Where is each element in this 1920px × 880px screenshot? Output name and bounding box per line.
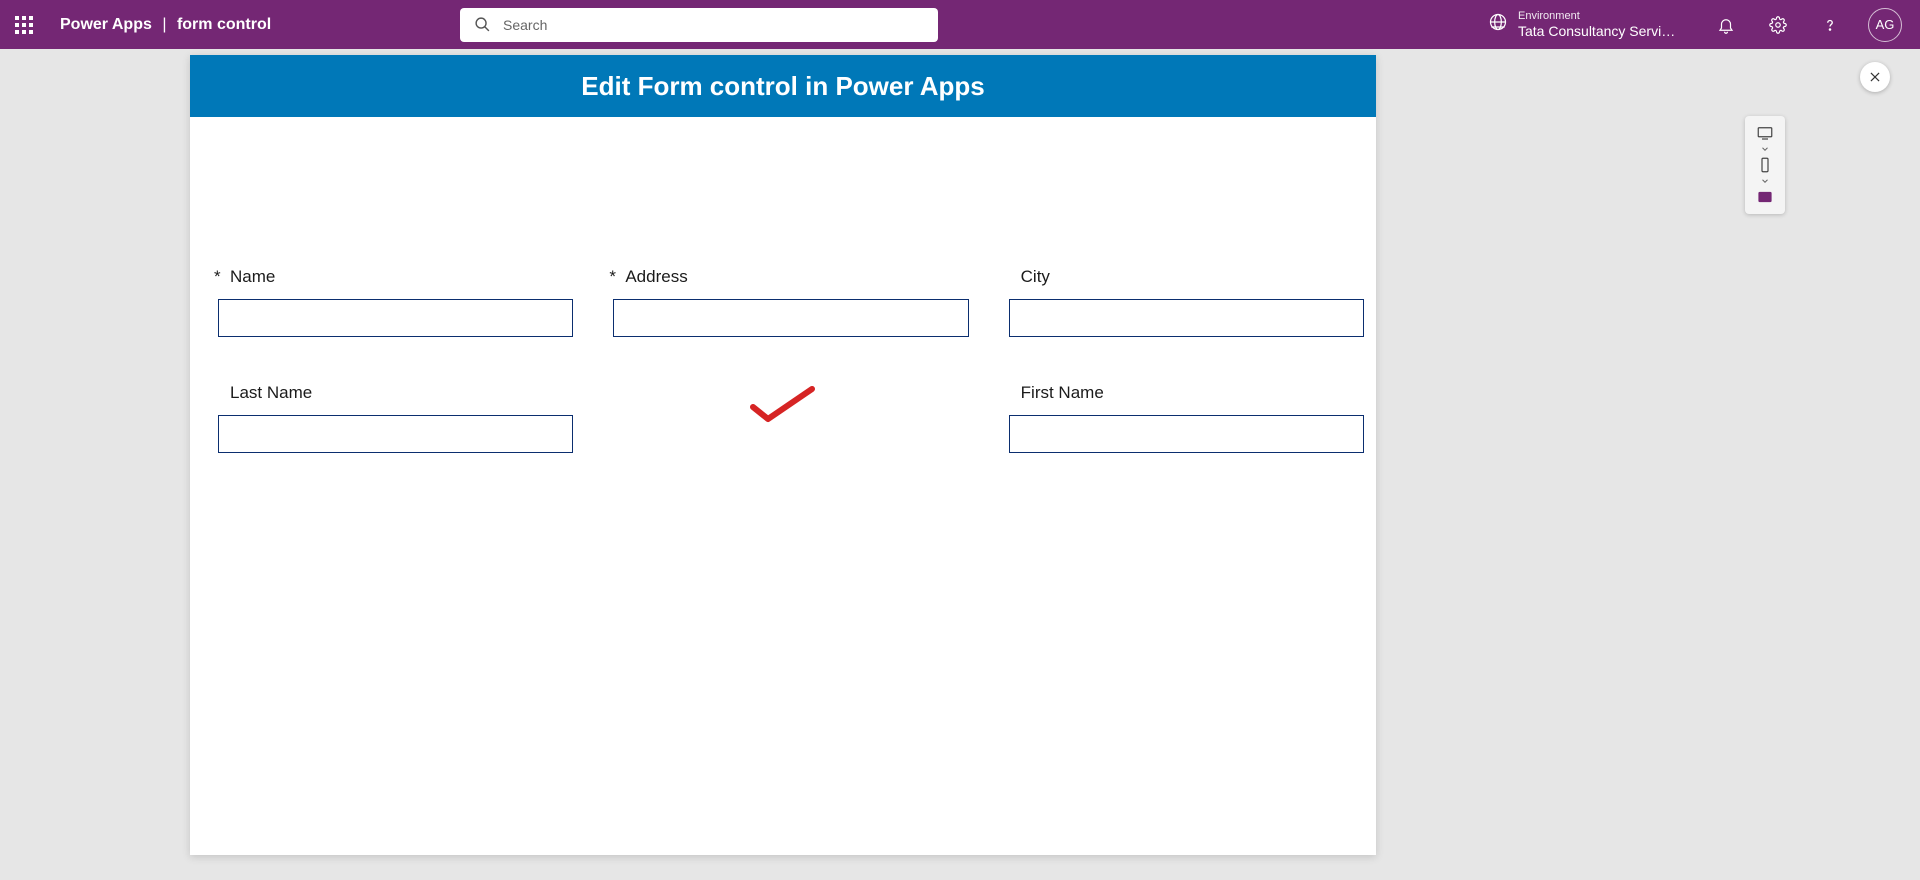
field-label: Name [230, 267, 275, 287]
field-label: Last Name [230, 383, 312, 403]
field-label: First Name [1021, 383, 1104, 403]
field-city: City [1001, 267, 1356, 337]
chevron-down-icon [1760, 176, 1770, 186]
first-name-input[interactable] [1009, 415, 1364, 453]
avatar-initials: AG [1876, 17, 1895, 32]
field-first-name: First Name [1001, 383, 1356, 453]
field-label-row: Last Name [210, 383, 565, 403]
chevron-down-icon [1760, 144, 1770, 154]
field-label-row: * Address [605, 267, 960, 287]
help-icon [1821, 16, 1839, 34]
notifications-button[interactable] [1702, 1, 1750, 49]
name-input[interactable] [218, 299, 573, 337]
search-placeholder: Search [503, 17, 547, 33]
field-label-row: * Name [210, 267, 565, 287]
device-phone-button[interactable] [1751, 156, 1779, 174]
form-header: Edit Form control in Power Apps [190, 55, 1376, 117]
city-input[interactable] [1009, 299, 1364, 337]
app-header: Power Apps | form control Search Environ… [0, 0, 1920, 49]
search-container: Search [460, 8, 938, 42]
globe-icon [1488, 12, 1508, 37]
environment-selector[interactable]: Environment Tata Consultancy Servic... [1488, 10, 1678, 38]
field-label-row: City [1001, 267, 1356, 287]
app-name[interactable]: Power Apps [60, 16, 152, 33]
required-indicator: * [609, 267, 625, 287]
required-indicator: * [214, 267, 230, 287]
app-title: Power Apps | form control [60, 16, 271, 34]
bell-icon [1717, 16, 1735, 34]
device-desktop-button[interactable] [1751, 124, 1779, 142]
phone-icon [1756, 156, 1774, 174]
header-right: Environment Tata Consultancy Servic... A… [1488, 0, 1912, 49]
device-desktop-chevron[interactable] [1751, 144, 1779, 154]
field-label: Address [625, 267, 687, 287]
last-name-input[interactable] [218, 415, 573, 453]
gear-icon [1769, 16, 1787, 34]
environment-name: Tata Consultancy Servic... [1518, 23, 1678, 39]
app-preview-canvas: Edit Form control in Power Apps * Name *… [190, 55, 1376, 855]
desktop-icon [1756, 124, 1774, 142]
field-label-row: First Name [1001, 383, 1356, 403]
checkmark-icon [748, 385, 818, 425]
environment-text: Environment Tata Consultancy Servic... [1518, 10, 1678, 38]
form-title: Edit Form control in Power Apps [581, 71, 985, 102]
close-preview-button[interactable] [1860, 62, 1890, 92]
app-launcher-button[interactable] [0, 0, 48, 49]
user-avatar[interactable]: AG [1868, 8, 1902, 42]
form-body: * Name * Address City Last Name [190, 117, 1376, 473]
help-button[interactable] [1806, 1, 1854, 49]
field-last-name: Last Name [210, 383, 565, 453]
title-separator: | [162, 16, 166, 33]
close-icon [1868, 70, 1882, 84]
page-name[interactable]: form control [177, 16, 271, 33]
search-icon [474, 16, 491, 33]
fit-window-icon [1756, 188, 1774, 206]
device-preview-panel [1745, 116, 1785, 214]
address-input[interactable] [613, 299, 968, 337]
field-label: City [1021, 267, 1050, 287]
settings-button[interactable] [1754, 1, 1802, 49]
environment-label: Environment [1518, 10, 1678, 22]
waffle-icon [15, 16, 33, 34]
search-input[interactable]: Search [460, 8, 938, 42]
annotation-checkmark [605, 383, 960, 453]
field-name: * Name [210, 267, 565, 337]
field-address: * Address [605, 267, 960, 337]
device-fit-window-button[interactable] [1751, 188, 1779, 206]
device-phone-chevron[interactable] [1751, 176, 1779, 186]
